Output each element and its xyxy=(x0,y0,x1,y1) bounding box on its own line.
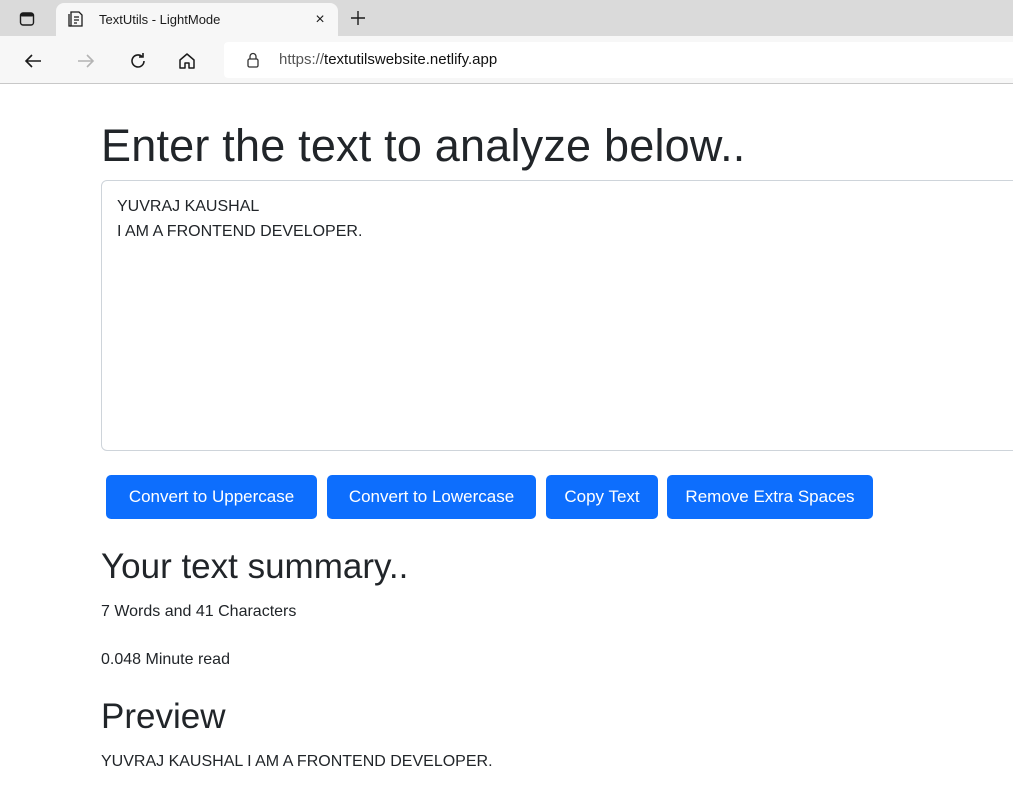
summary-heading: Your text summary.. xyxy=(101,547,409,586)
preview-heading: Preview xyxy=(101,697,226,736)
url-text: https://textutilswebsite.netlify.app xyxy=(279,51,497,68)
remove-extra-spaces-button[interactable]: Remove Extra Spaces xyxy=(667,475,873,519)
back-arrow-icon[interactable] xyxy=(20,48,46,74)
browser-tab-active[interactable]: TextUtils - LightMode × xyxy=(56,3,338,36)
lock-icon[interactable] xyxy=(244,51,262,69)
home-icon[interactable] xyxy=(174,48,200,74)
tab-title: TextUtils - LightMode xyxy=(99,12,221,27)
url-host: textutilswebsite.netlify.app xyxy=(324,51,498,68)
browser-tabstrip: TextUtils - LightMode × xyxy=(0,0,1013,36)
tab-actions-icon[interactable] xyxy=(16,8,38,30)
refresh-icon[interactable] xyxy=(125,48,151,74)
forward-arrow-icon[interactable] xyxy=(73,48,99,74)
address-bar[interactable]: https://textutilswebsite.netlify.app xyxy=(224,42,1013,78)
preview-text: YUVRAJ KAUSHAL I AM A FRONTEND DEVELOPER… xyxy=(101,753,493,770)
word-char-count: 7 Words and 41 Characters xyxy=(101,603,297,620)
document-favicon-icon xyxy=(66,9,86,29)
page-heading: Enter the text to analyze below.. xyxy=(101,120,746,171)
close-icon[interactable]: × xyxy=(310,10,330,30)
read-time: 0.048 Minute read xyxy=(101,651,230,668)
convert-uppercase-button[interactable]: Convert to Uppercase xyxy=(106,475,317,519)
text-input-area[interactable] xyxy=(101,180,1013,451)
convert-lowercase-button[interactable]: Convert to Lowercase xyxy=(327,475,536,519)
browser-toolbar: https://textutilswebsite.netlify.app xyxy=(0,36,1013,84)
copy-text-button[interactable]: Copy Text xyxy=(546,475,658,519)
plus-icon[interactable] xyxy=(346,6,370,30)
url-scheme: https:// xyxy=(279,51,325,68)
